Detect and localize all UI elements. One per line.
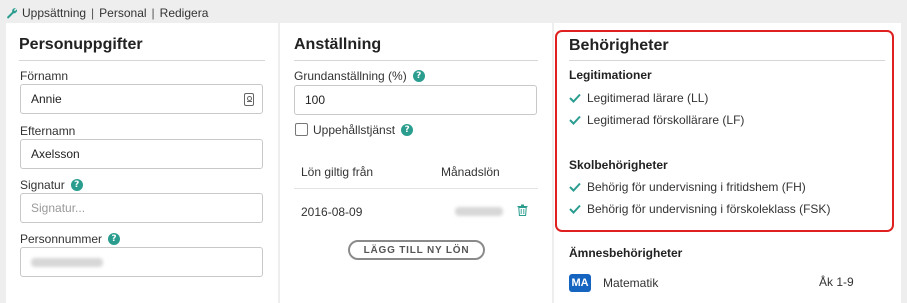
breadcrumb: Uppsättning | Personal | Redigera [6,5,208,21]
subject-grades: Åk 1-9 [819,275,854,289]
breadcrumb-separator: | [151,6,155,20]
highlight-box [555,30,894,232]
signature-field[interactable]: Signatur... [20,193,263,223]
breadcrumb-item-edit: Redigera [159,6,209,20]
help-icon[interactable]: ? [70,179,83,191]
help-icon[interactable]: ? [108,233,121,245]
monthly-salary-redacted [455,207,503,216]
last-name-field[interactable]: Axelsson [20,139,263,169]
base-employment-label: Grundanställning (%) ? [294,69,425,83]
divider [294,188,538,189]
ssn-redacted-value [31,257,103,267]
first-name-value: Annie [31,92,62,106]
personal-details-panel: Personuppgifter Förnamn Annie Efternamn … [6,23,278,303]
last-name-label: Efternamn [20,124,76,138]
breadcrumb-item-setup[interactable]: Uppsättning [22,6,86,20]
contact-card-icon[interactable] [244,93,254,106]
ssn-label: Personnummer ? [20,232,121,246]
base-employment-value: 100 [305,93,326,107]
first-name-field[interactable]: Annie [20,84,263,114]
trash-icon[interactable] [517,204,528,216]
divider [294,60,538,61]
salary-valid-from-value: 2016-08-09 [301,205,363,219]
subject-qualifications-title: Ämnesbehörigheter [569,246,683,260]
suspension-label: Uppehållstjänst ? [313,123,414,137]
base-employment-label-text: Grundanställning (%) [294,69,407,83]
last-name-value: Axelsson [31,147,80,161]
ssn-field[interactable] [20,247,263,277]
breadcrumb-item-staff[interactable]: Personal [99,6,146,20]
monthly-salary-header: Månadslön [441,165,500,179]
help-icon[interactable]: ? [401,124,414,136]
employment-panel: Anställning Grundanställning (%) ? 100 U… [280,23,552,303]
subject-code-badge: MA [569,274,591,292]
help-icon[interactable]: ? [412,70,425,82]
signature-placeholder: Signatur... [31,201,86,215]
breadcrumb-separator: | [91,6,95,20]
subject-name: Matematik [603,276,659,290]
first-name-label: Förnamn [20,69,69,83]
base-employment-field[interactable]: 100 [294,85,537,115]
divider [19,60,265,61]
salary-valid-from-header: Lön giltig från [301,165,374,179]
suspension-checkbox[interactable] [295,123,308,136]
ssn-label-text: Personnummer [20,232,103,246]
add-salary-button[interactable]: LÄGG TILL NY LÖN [348,240,485,260]
wrench-icon [7,8,18,19]
signature-label: Signatur ? [20,178,83,192]
employment-title: Anställning [294,36,382,53]
signature-label-text: Signatur [20,178,65,192]
personal-details-title: Personuppgifter [19,36,143,53]
suspension-label-text: Uppehållstjänst [313,123,396,137]
